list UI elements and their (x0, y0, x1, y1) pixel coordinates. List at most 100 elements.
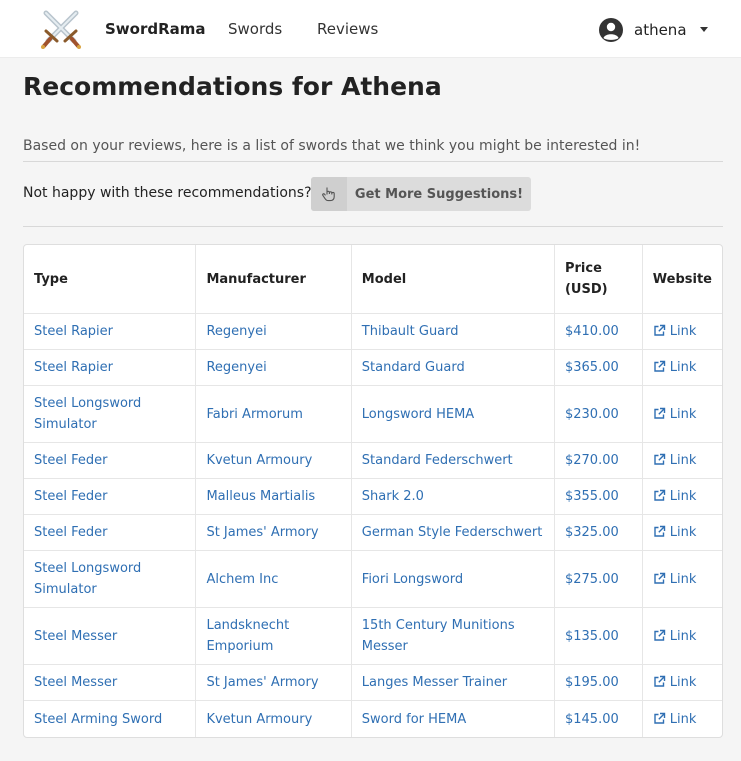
cell-price[interactable]: $270.00 (554, 443, 643, 479)
cell-manufacturer[interactable]: Regenyei (196, 314, 352, 350)
website-link-label: Link (669, 675, 697, 690)
pointing-hand-icon (311, 177, 347, 211)
website-link-label: Link (669, 360, 697, 375)
cell-type[interactable]: Steel Messer (24, 665, 197, 701)
cell-type[interactable]: Steel Longsword Simulator (24, 386, 197, 443)
website-link[interactable]: Link (642, 665, 722, 701)
intro-text: Based on your reviews, here is a list of… (23, 138, 641, 154)
table-header-row: Type Manufacturer Model Price (USD) Webs… (24, 245, 722, 314)
cell-manufacturer[interactable]: Fabri Armorum (196, 386, 352, 443)
table-row: Steel Feder Kvetun Armoury Standard Feders… (24, 443, 722, 479)
website-link[interactable]: Link (642, 350, 722, 386)
cell-type[interactable]: Steel Rapier (24, 350, 197, 386)
caret-down-icon (699, 27, 708, 32)
website-link-label: Link (669, 453, 697, 468)
website-link-label: Link (669, 711, 697, 727)
table-row: Steel Feder St James' Armory German Style … (24, 515, 722, 551)
cell-type[interactable]: Steel Arming Sword (24, 701, 197, 737)
cell-price[interactable]: $230.00 (554, 386, 643, 443)
cell-manufacturer[interactable]: Alchem Inc (196, 551, 352, 608)
cell-model[interactable]: Fiori Longsword (351, 551, 555, 608)
unhappy-text: Not happy with these recommendations? (23, 185, 312, 201)
cell-manufacturer[interactable]: Landsknecht Emporium (196, 608, 352, 665)
header-price: Price (USD) (554, 245, 643, 314)
user-menu[interactable]: athena (598, 16, 708, 43)
cell-price[interactable]: $195.00 (554, 665, 643, 701)
cell-model[interactable]: 15th Century Munitions Messer (351, 608, 555, 665)
cell-manufacturer[interactable]: St James' Armory (196, 665, 352, 701)
cell-type[interactable]: Steel Feder (24, 479, 197, 515)
cell-manufacturer[interactable]: Kvetun Armoury (196, 443, 352, 479)
cell-price[interactable]: $325.00 (554, 515, 643, 551)
cell-price[interactable]: $365.00 (554, 350, 643, 386)
website-link[interactable]: Link (643, 701, 722, 737)
cell-model[interactable]: Sword for HEMA (352, 701, 555, 737)
website-link-label: Link (669, 406, 697, 422)
table-row: Steel Longsword Simulator Fabri Armorum Lo… (24, 386, 722, 443)
user-name: athena (634, 20, 687, 39)
website-link[interactable]: Link (642, 314, 722, 350)
table-row: Steel Longsword Simulator Alchem Inc Fiori… (24, 551, 722, 608)
cell-model[interactable]: German Style Federschwert (351, 515, 555, 551)
nav-swords-link[interactable]: Swords (228, 0, 282, 58)
website-link[interactable]: Link (642, 608, 722, 665)
cell-type[interactable]: Steel Messer (24, 608, 197, 665)
external-link-icon (654, 525, 665, 537)
cell-price[interactable]: $410.00 (554, 314, 643, 350)
external-link-icon (654, 407, 665, 419)
table-row: Steel Arming Sword Kvetun Armoury Sword fo… (24, 701, 722, 737)
cell-manufacturer[interactable]: Regenyei (196, 350, 352, 386)
cell-price[interactable]: $275.00 (554, 551, 643, 608)
external-link-icon (654, 489, 665, 501)
cell-manufacturer[interactable]: St James' Armory (196, 515, 352, 551)
website-link[interactable]: Link (642, 551, 722, 608)
table-row: Steel Messer Landsknecht Emporium 15th Cen… (24, 608, 722, 665)
get-more-suggestions-label: Get More Suggestions! (354, 186, 524, 202)
table-row: Steel Feder Malleus Martialis Shark 2.0 $35… (24, 479, 722, 515)
external-link-icon (654, 453, 665, 465)
header-website: Website (642, 245, 722, 314)
website-link-label: Link (669, 489, 697, 504)
get-more-suggestions-button[interactable]: Get More Suggestions! (311, 177, 531, 211)
website-link-label: Link (669, 525, 697, 540)
external-link-icon (654, 675, 665, 687)
user-circle-icon (599, 17, 623, 42)
crossed-swords-logo[interactable] (40, 9, 82, 49)
cell-price[interactable]: $355.00 (554, 479, 643, 515)
recommendations-table: Type Manufacturer Model Price (USD) Webs… (23, 244, 723, 738)
navbar: SwordRama Swords Reviews athena (0, 0, 741, 58)
website-link-label: Link (669, 571, 697, 587)
cell-manufacturer[interactable]: Malleus Martialis (196, 479, 352, 515)
website-link[interactable]: Link (642, 443, 722, 479)
brand-name[interactable]: SwordRama (105, 0, 206, 58)
cell-type[interactable]: Steel Rapier (24, 314, 197, 350)
divider (23, 226, 723, 227)
cell-manufacturer[interactable]: Kvetun Armoury (196, 701, 352, 737)
table-row: Steel Rapier Regenyei Standard Guard $365.0… (24, 350, 722, 386)
header-manufacturer: Manufacturer (196, 245, 352, 314)
cell-model[interactable]: Standard Federschwert (351, 443, 555, 479)
website-link[interactable]: Link (642, 515, 722, 551)
external-link-icon (654, 629, 665, 641)
cell-type[interactable]: Steel Feder (24, 515, 197, 551)
website-link[interactable]: Link (642, 479, 722, 515)
cell-type[interactable]: Steel Feder (24, 443, 197, 479)
website-link[interactable]: Link (642, 386, 722, 443)
divider (23, 161, 723, 162)
header-model: Model (351, 245, 555, 314)
cell-price[interactable]: $145.00 (555, 701, 643, 737)
header-type: Type (24, 245, 197, 314)
page-title: Recommendations for Athena (23, 72, 442, 101)
external-link-icon (654, 324, 665, 336)
cell-model[interactable]: Langes Messer Trainer (351, 665, 555, 701)
cell-model[interactable]: Standard Guard (351, 350, 555, 386)
nav-reviews-link[interactable]: Reviews (317, 0, 378, 58)
cell-price[interactable]: $135.00 (554, 608, 643, 665)
cell-model[interactable]: Longsword HEMA (351, 386, 555, 443)
cell-model[interactable]: Shark 2.0 (351, 479, 555, 515)
external-link-icon (654, 572, 665, 584)
external-link-icon (654, 712, 665, 724)
cell-model[interactable]: Thibault Guard (351, 314, 555, 350)
cell-type[interactable]: Steel Longsword Simulator (24, 551, 197, 608)
table-row: Steel Messer St James' Armory Langes Messe… (24, 665, 722, 701)
